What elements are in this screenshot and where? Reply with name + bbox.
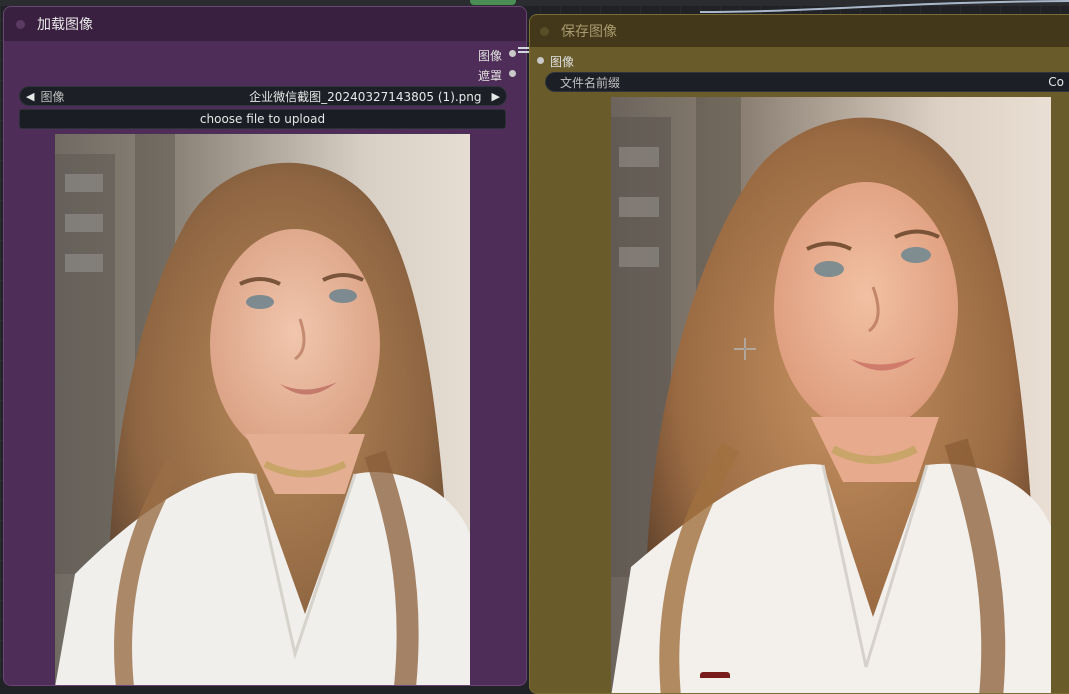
load-image-node[interactable]: 加载图像 图像 遮罩 ◀ 图像 企业微信截图_20240327143805 (1… xyxy=(3,6,527,686)
output-port-mask-icon[interactable] xyxy=(509,70,516,77)
choose-file-upload-button[interactable]: choose file to upload xyxy=(19,109,506,129)
collapse-dot-icon[interactable] xyxy=(16,19,25,29)
save-image-node-title: 保存图像 xyxy=(561,24,617,40)
load-image-preview xyxy=(55,134,470,685)
output-port-image-icon[interactable] xyxy=(509,50,516,57)
prev-image-arrow-icon[interactable]: ◀ xyxy=(20,90,40,103)
output-label-mask: 遮罩 xyxy=(478,69,503,83)
photo-preview-icon xyxy=(55,134,470,685)
image-select-label: 图像 xyxy=(40,89,65,104)
input-port-image-icon[interactable] xyxy=(537,57,544,64)
node-status-tag xyxy=(470,0,516,5)
filename-prefix-widget[interactable]: 文件名前缀 Co xyxy=(545,72,1069,92)
output-label-image: 图像 xyxy=(478,49,503,63)
filename-prefix-value: Co xyxy=(1048,75,1064,89)
photo-preview-icon xyxy=(611,97,1051,693)
save-image-preview xyxy=(611,97,1051,693)
image-select-widget[interactable]: ◀ 图像 企业微信截图_20240327143805 (1).png ▶ xyxy=(19,86,507,106)
collapse-dot-icon[interactable] xyxy=(540,26,549,36)
node-corner-badge xyxy=(700,672,730,678)
next-image-arrow-icon[interactable]: ▶ xyxy=(486,90,506,103)
input-label-image: 图像 xyxy=(550,55,575,69)
save-image-node[interactable]: 保存图像 图像 文件名前缀 Co xyxy=(529,14,1069,694)
load-image-node-title: 加载图像 xyxy=(37,17,93,33)
filename-prefix-label: 文件名前缀 xyxy=(560,75,621,90)
crosshair-icon xyxy=(734,338,756,360)
node-link-wire xyxy=(700,0,1069,13)
image-select-value: 企业微信截图_20240327143805 (1).png xyxy=(249,89,482,104)
load-image-node-header[interactable]: 加载图像 xyxy=(4,7,526,41)
save-image-node-header[interactable]: 保存图像 xyxy=(530,15,1069,47)
